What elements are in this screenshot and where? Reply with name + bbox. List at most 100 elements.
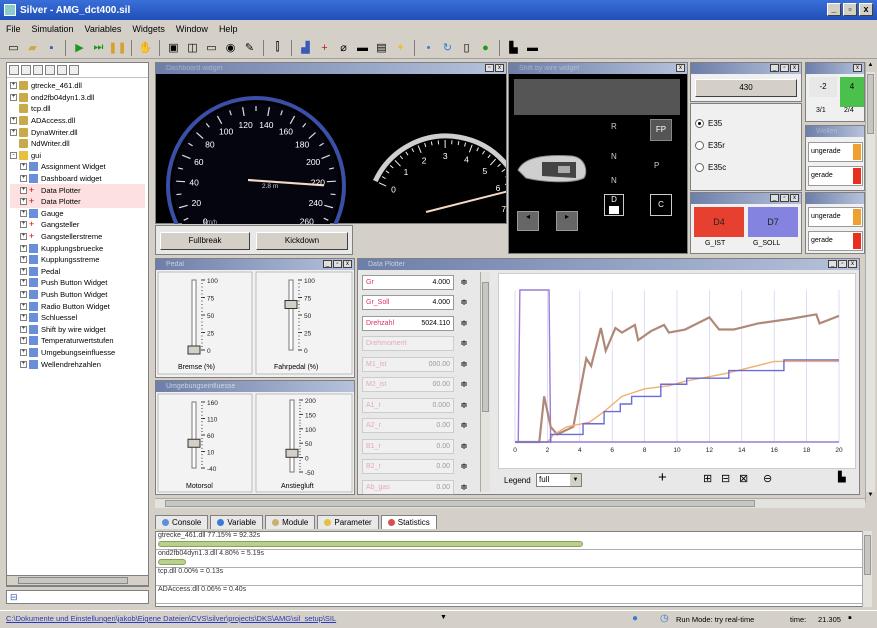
expand-toggle-icon[interactable]: + — [20, 175, 27, 183]
tree-item[interactable]: + Kupplungsstreme — [10, 254, 145, 266]
dashboard-max-button[interactable]: ▫ — [485, 64, 494, 72]
menu-file[interactable]: File — [6, 24, 21, 34]
variable-spinner-icon[interactable]: ≑ — [457, 461, 471, 472]
expand-toggle-icon[interactable]: + — [20, 233, 27, 241]
shift-widget-icon[interactable]: ▬ — [355, 40, 370, 55]
expand-toggle-icon[interactable]: + — [20, 209, 27, 217]
car-icon[interactable]: ▙ — [506, 40, 521, 55]
tree-item[interactable]: + Kupplungsbruecke — [10, 242, 145, 254]
output-vscroll[interactable] — [862, 531, 872, 607]
expand-toggle-icon[interactable]: + — [20, 267, 27, 275]
tree-item[interactable]: + + Gangsteller — [10, 219, 145, 231]
gangsteller-widget-icon[interactable]: + — [317, 40, 332, 55]
pedal-max-button[interactable]: ▫ — [333, 260, 342, 268]
expand-toggle-icon[interactable]: + — [20, 348, 27, 356]
plotter-variable-row[interactable]: Gr 4.000 ≑ — [360, 272, 488, 293]
tree-item[interactable]: + Umgebungseinfluesse — [10, 347, 145, 359]
expand-toggle-icon[interactable]: + — [10, 128, 17, 136]
device-icon[interactable]: ▯ — [459, 40, 474, 55]
button-widget-icon[interactable]: ▭ — [204, 40, 219, 55]
expand-toggle-icon[interactable]: + — [20, 360, 27, 368]
tree-item[interactable]: + + Data Plotter — [10, 184, 145, 196]
pedal-min-button[interactable]: _ — [323, 260, 332, 268]
tree-item[interactable]: + Temperaturwertstufen — [10, 335, 145, 347]
pedal-close-button[interactable]: x — [343, 260, 352, 268]
tree-item[interactable]: + Wellendrehzahlen — [10, 358, 145, 370]
plotter-min-button[interactable]: _ — [828, 260, 837, 268]
dashboard-close-button[interactable]: x — [495, 64, 504, 72]
plotter-variable-row[interactable]: Ab_gas 0.00 ≑ — [360, 477, 488, 498]
pause-icon[interactable]: ❚❚ — [108, 40, 126, 55]
radio-widget-icon[interactable]: ◉ — [223, 40, 238, 55]
fullbreak-button[interactable]: Fullbreak — [160, 232, 250, 250]
radio-option[interactable]: E35r — [695, 134, 797, 156]
tree-item[interactable]: - gui — [10, 150, 145, 162]
expand-toggle-icon[interactable]: + — [10, 117, 17, 125]
tree-hscroll[interactable] — [6, 575, 149, 586]
tab-parameter[interactable]: Parameter — [317, 515, 379, 529]
gear-min-button[interactable]: _ — [770, 194, 779, 202]
tree-list-icon[interactable] — [21, 65, 31, 75]
shift-left-button[interactable]: ◂ — [517, 211, 539, 231]
expand-toggle-icon[interactable]: + — [20, 325, 27, 333]
expand-toggle-icon[interactable]: + — [20, 163, 27, 171]
tab-statistics[interactable]: Statistics — [380, 515, 437, 529]
variable-spinner-icon[interactable]: ≑ — [457, 482, 471, 493]
expand-toggle-icon[interactable]: + — [20, 290, 27, 298]
brake-slider-thumb[interactable] — [187, 345, 201, 355]
variable-spinner-icon[interactable]: ≑ — [457, 318, 471, 329]
minus-icon[interactable]: ▬ — [525, 40, 540, 55]
open-folder-icon[interactable]: ▰ — [25, 40, 40, 55]
tab-variable[interactable]: Variable — [210, 515, 264, 529]
kickdown-button[interactable]: Kickdown — [256, 232, 348, 250]
shift-close-button[interactable]: x — [676, 64, 685, 72]
variable-spinner-icon[interactable]: ≑ — [457, 338, 471, 349]
variable-spinner-icon[interactable]: ≑ — [457, 441, 471, 452]
plotter-variable-row[interactable]: A1_r 0.000 ≑ — [360, 395, 488, 416]
tree-item[interactable]: + Shift by wire widget — [10, 323, 145, 335]
play-icon[interactable]: ▶ — [72, 40, 87, 55]
radio-option[interactable]: E35c — [695, 156, 797, 178]
tree-add-icon[interactable] — [45, 65, 55, 75]
expand-toggle-icon[interactable]: + — [20, 314, 27, 322]
variable-spinner-icon[interactable]: ≑ — [457, 359, 471, 370]
tree-item[interactable]: + Pedal — [10, 266, 145, 278]
save-icon[interactable]: ▪ — [44, 40, 59, 55]
plotter-variable-row[interactable]: Drehmoment ≑ — [360, 334, 488, 355]
expand-toggle-icon[interactable]: + — [20, 279, 27, 287]
plotter-variable-row[interactable]: A2_r 0.00 ≑ — [360, 416, 488, 437]
tree-filter-icon[interactable] — [33, 65, 43, 75]
radio-option[interactable]: E35 — [695, 112, 797, 134]
plotter-variable-row[interactable]: M2_ist 00.00 ≑ — [360, 375, 488, 396]
expand-toggle-icon[interactable]: + — [20, 198, 27, 206]
tree-item[interactable]: NdWriter.dll — [10, 138, 145, 150]
green-dot-icon[interactable]: ● — [478, 40, 493, 55]
tree-item[interactable]: + Radio Button Widget — [10, 300, 145, 312]
tree-item[interactable]: + Assignment Widget — [10, 161, 145, 173]
shift-c-button[interactable]: C — [650, 194, 672, 216]
maximize-button[interactable]: ▫ — [843, 3, 857, 16]
tree-item[interactable]: + ADAccess.dll — [10, 115, 145, 127]
zoom-x-icon[interactable]: ⊠ — [739, 472, 748, 485]
menu-help[interactable]: Help — [219, 24, 238, 34]
temp-slider-thumb[interactable] — [187, 438, 201, 448]
shift-d-button[interactable]: D — [604, 194, 624, 216]
stop-icon[interactable]: ✋ — [138, 40, 153, 55]
shift-fp-button[interactable]: FP — [650, 119, 672, 141]
plotter-variable-row[interactable]: Gr_Soll 4.000 ≑ — [360, 293, 488, 314]
menu-window[interactable]: Window — [176, 24, 208, 34]
tree-item[interactable]: + Gauge — [10, 208, 145, 220]
tree-item[interactable]: + Dashboard widget — [10, 173, 145, 185]
plotter-variable-row[interactable]: Drehzahl 5024.110 ≑ — [360, 313, 488, 334]
tree-item[interactable]: tcp.dll — [10, 103, 145, 115]
shift-right-button[interactable]: ▸ — [556, 211, 578, 231]
tree-item[interactable]: + Schluessel — [10, 312, 145, 324]
tree-item[interactable]: + + Data Plotter — [10, 195, 145, 208]
pedal-widget-icon[interactable]: ⫿ — [270, 40, 285, 55]
menu-simulation[interactable]: Simulation — [32, 24, 74, 34]
tree-options-icon[interactable] — [69, 65, 79, 75]
assign-close-button[interactable]: x — [790, 64, 799, 72]
tree-item[interactable]: + gtrecke_461.dll — [10, 80, 145, 92]
tree-filter-field[interactable]: ⊟ — [6, 590, 149, 604]
assign-value-button[interactable]: 430 — [695, 79, 797, 97]
